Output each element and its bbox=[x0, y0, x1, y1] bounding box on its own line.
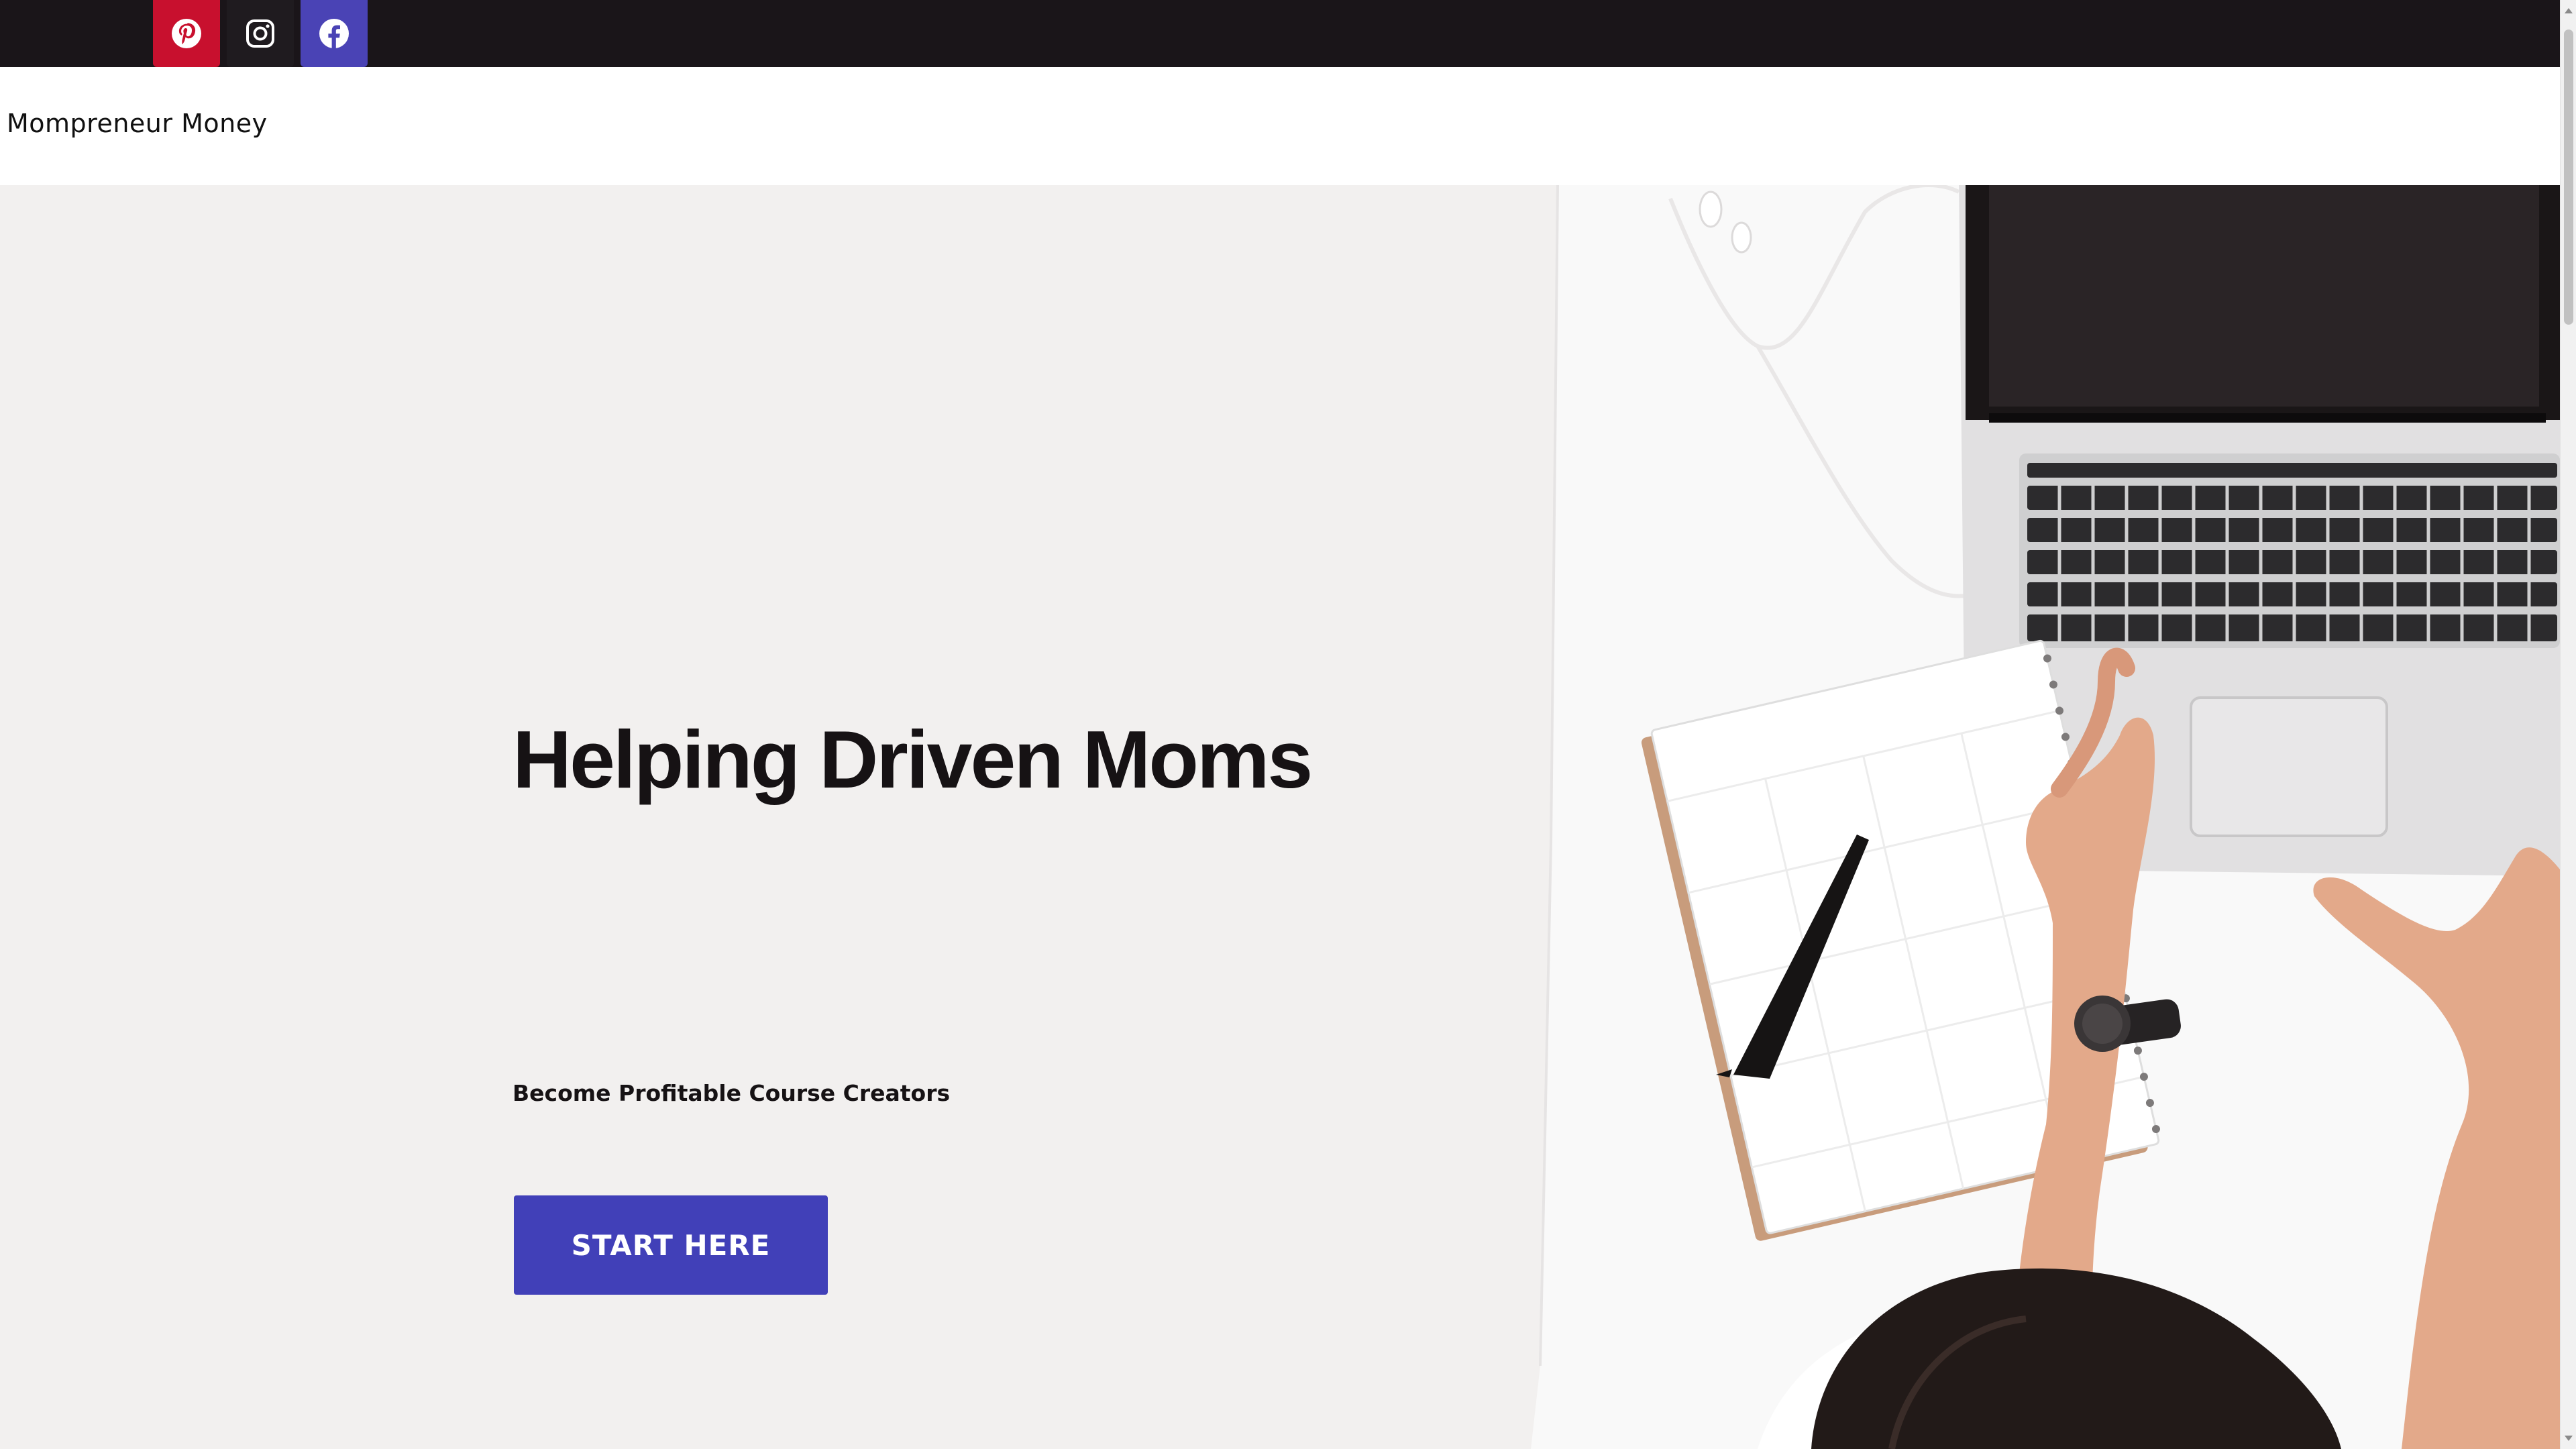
hero-section: Helping Driven Moms Become Profitable Co… bbox=[0, 185, 2560, 1449]
social-top-bar bbox=[0, 0, 2560, 67]
instagram-icon bbox=[246, 19, 274, 48]
pinterest-link[interactable] bbox=[153, 0, 220, 67]
site-title-link[interactable]: Mompreneur Money bbox=[7, 109, 268, 138]
instagram-link[interactable] bbox=[227, 0, 294, 67]
pinterest-icon bbox=[172, 19, 201, 48]
hero-subtitle: Become Profitable Course Creators bbox=[513, 1080, 951, 1106]
scroll-down-arrow-icon[interactable] bbox=[2561, 1430, 2576, 1446]
page-scrollbar[interactable] bbox=[2560, 0, 2576, 1449]
hero-title: Helping Driven Moms bbox=[513, 714, 1313, 805]
scroll-up-arrow-icon[interactable] bbox=[2561, 3, 2576, 19]
scroll-thumb[interactable] bbox=[2564, 30, 2573, 325]
start-here-button[interactable]: START HERE bbox=[514, 1195, 828, 1295]
hero-image bbox=[1382, 185, 2560, 1449]
site-header: Mompreneur Money bbox=[0, 67, 2560, 185]
facebook-icon bbox=[319, 19, 349, 48]
facebook-link[interactable] bbox=[301, 0, 368, 67]
